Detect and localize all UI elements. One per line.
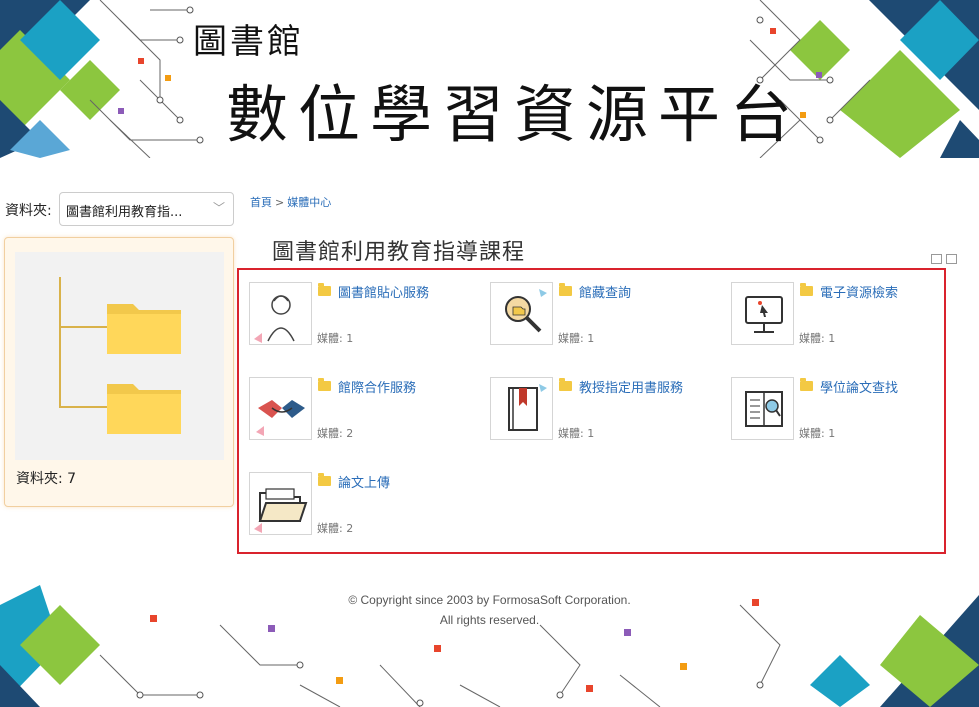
thesis-search-icon[interactable] bbox=[731, 377, 794, 440]
item-media-count: 媒體: 2 bbox=[317, 522, 354, 535]
item-media-count: 媒體: 1 bbox=[799, 427, 836, 440]
banner-title: 數位學習資源平台 bbox=[226, 78, 803, 151]
folder-icon bbox=[800, 283, 813, 296]
item-title[interactable]: 圖書館貼心服務 bbox=[338, 282, 429, 301]
page-title: 圖書館利用教育指導課程 bbox=[272, 240, 526, 265]
folder-preview-card[interactable]: 資料夾: 7 bbox=[4, 237, 234, 507]
folder-icon bbox=[318, 473, 331, 486]
folder-tree-icon bbox=[59, 277, 181, 434]
media-grid: 圖書館貼心服務 媒體: 1 館藏查詢 媒體: 1 電子資源檢索 媒體: 1 館際… bbox=[237, 268, 946, 554]
folder-label: 資料夾: bbox=[5, 203, 52, 219]
book-icon[interactable] bbox=[490, 377, 553, 440]
media-item[interactable]: 館際合作服務 媒體: 2 bbox=[249, 377, 484, 457]
folder-count: 資料夾: 7 bbox=[16, 471, 77, 487]
item-media-count: 媒體: 1 bbox=[558, 332, 595, 345]
item-media-count: 媒體: 1 bbox=[558, 427, 595, 440]
monitor-icon[interactable] bbox=[731, 282, 794, 345]
media-item[interactable]: 教授指定用書服務 媒體: 1 bbox=[490, 377, 725, 457]
folder-icon bbox=[318, 378, 331, 391]
breadcrumb: 首頁 > 媒體中心 bbox=[250, 194, 331, 210]
librarian-icon[interactable] bbox=[249, 282, 312, 345]
folder-upload-icon[interactable] bbox=[249, 472, 312, 535]
folder-icon bbox=[800, 378, 813, 391]
breadcrumb-home[interactable]: 首頁 bbox=[250, 196, 272, 209]
breadcrumb-separator: > bbox=[275, 196, 285, 209]
item-media-count: 媒體: 1 bbox=[317, 332, 354, 345]
magnifier-icon[interactable] bbox=[490, 282, 553, 345]
banner-subtitle: 圖書館 bbox=[193, 22, 304, 62]
folder-select-value: 圖書館利用教育指... bbox=[66, 205, 183, 220]
item-title[interactable]: 論文上傳 bbox=[338, 472, 390, 491]
item-title[interactable]: 館際合作服務 bbox=[338, 377, 416, 396]
copyright-text: © Copyright since 2003 by FormosaSoft Co… bbox=[348, 593, 631, 607]
folder-icon bbox=[318, 283, 331, 296]
media-item[interactable]: 圖書館貼心服務 媒體: 1 bbox=[249, 282, 484, 362]
item-media-count: 媒體: 2 bbox=[317, 427, 354, 440]
folder-icon bbox=[559, 378, 572, 391]
folder-tree-illustration bbox=[15, 252, 224, 460]
handshake-icon[interactable] bbox=[249, 377, 312, 440]
media-item[interactable]: 館藏查詢 媒體: 1 bbox=[490, 282, 725, 362]
media-item[interactable]: 電子資源檢索 媒體: 1 bbox=[731, 282, 966, 362]
item-media-count: 媒體: 1 bbox=[799, 332, 836, 345]
image-view-icon[interactable] bbox=[931, 254, 942, 264]
item-title[interactable]: 學位論文查找 bbox=[820, 377, 898, 396]
header-banner: 圖書館 數位學習資源平台 bbox=[0, 0, 979, 158]
chevron-down-icon: ﹀ bbox=[212, 201, 225, 215]
list-view-icon[interactable] bbox=[946, 254, 957, 264]
media-item[interactable]: 論文上傳 媒體: 2 bbox=[249, 472, 484, 552]
item-title[interactable]: 教授指定用書服務 bbox=[579, 377, 683, 396]
media-item[interactable]: 學位論文查找 媒體: 1 bbox=[731, 377, 966, 457]
folder-select[interactable]: 圖書館利用教育指... ﹀ bbox=[59, 192, 234, 226]
rights-text: All rights reserved. bbox=[439, 613, 540, 627]
view-toggle bbox=[931, 249, 961, 268]
folder-icon bbox=[559, 283, 572, 296]
item-title[interactable]: 館藏查詢 bbox=[579, 282, 631, 301]
footer: © Copyright since 2003 by FormosaSoft Co… bbox=[0, 585, 979, 707]
breadcrumb-current[interactable]: 媒體中心 bbox=[287, 196, 331, 209]
item-title[interactable]: 電子資源檢索 bbox=[820, 282, 898, 301]
